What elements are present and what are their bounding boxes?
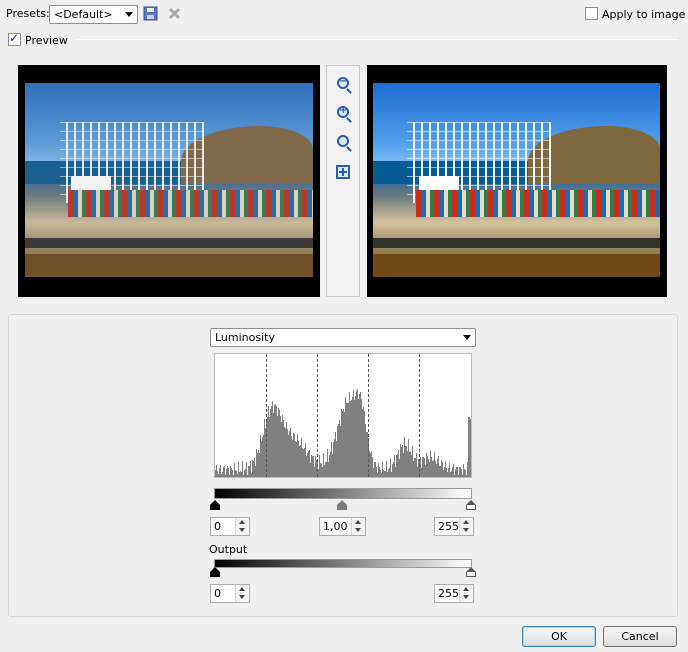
zoom-in-icon[interactable]: + <box>334 103 352 121</box>
output-black-field[interactable]: 0 <box>210 584 250 603</box>
input-white-field[interactable]: 255 <box>434 517 474 536</box>
apply-to-image-checkbox[interactable] <box>585 7 598 20</box>
result-preview-image <box>373 83 660 277</box>
spin-buttons[interactable] <box>351 518 365 535</box>
chevron-down-icon <box>463 335 471 340</box>
channel-combo[interactable]: Luminosity <box>210 328 476 347</box>
fit-to-window-icon[interactable] <box>334 163 352 181</box>
spin-buttons[interactable] <box>459 518 473 535</box>
zoom-out-icon[interactable]: − <box>334 74 352 92</box>
channel-combo-value: Luminosity <box>215 331 275 344</box>
spin-buttons[interactable] <box>235 585 249 602</box>
preview-checkbox[interactable] <box>8 31 21 46</box>
original-preview-pane[interactable] <box>18 65 320 297</box>
histogram <box>214 353 472 478</box>
input-black-handle[interactable] <box>210 500 221 510</box>
histogram-guide <box>419 354 420 477</box>
input-white-handle[interactable] <box>466 500 477 510</box>
apply-to-image-label: Apply to image <box>602 8 686 21</box>
result-preview-pane[interactable] <box>367 65 667 297</box>
presets-combo-value: <Default> <box>54 8 113 21</box>
input-white-value: 255 <box>438 520 459 533</box>
input-gamma-handle[interactable] <box>337 500 348 510</box>
chevron-down-icon <box>125 12 133 17</box>
preview-label: Preview <box>25 34 68 47</box>
output-black-value: 0 <box>214 587 221 600</box>
histogram-guide <box>317 354 318 477</box>
input-gradient <box>214 488 472 499</box>
input-gamma-field[interactable]: 1,00 <box>319 517 366 536</box>
preview-separator <box>76 39 678 40</box>
zoom-toolbar: − + <box>326 65 360 297</box>
cancel-button[interactable]: Cancel <box>603 626 677 647</box>
output-black-handle[interactable] <box>210 567 221 577</box>
actual-size-icon[interactable] <box>334 132 352 150</box>
original-preview-image <box>25 83 313 277</box>
save-icon[interactable] <box>143 6 158 21</box>
output-gradient <box>214 559 472 568</box>
histogram-bar <box>470 419 471 477</box>
histogram-guide <box>368 354 369 477</box>
presets-combo[interactable]: <Default> <box>49 5 138 24</box>
histogram-guide <box>266 354 267 477</box>
input-gamma-value: 1,00 <box>323 520 348 533</box>
output-white-handle[interactable] <box>466 567 477 577</box>
input-black-value: 0 <box>214 520 221 533</box>
output-label: Output <box>209 543 248 556</box>
spin-buttons[interactable] <box>235 518 249 535</box>
ok-button[interactable]: OK <box>522 626 596 647</box>
input-black-field[interactable]: 0 <box>210 517 250 536</box>
spin-buttons[interactable] <box>459 585 473 602</box>
presets-label: Presets: <box>6 7 50 20</box>
output-white-field[interactable]: 255 <box>434 584 474 603</box>
delete-icon[interactable] <box>167 6 182 21</box>
output-white-value: 255 <box>438 587 459 600</box>
